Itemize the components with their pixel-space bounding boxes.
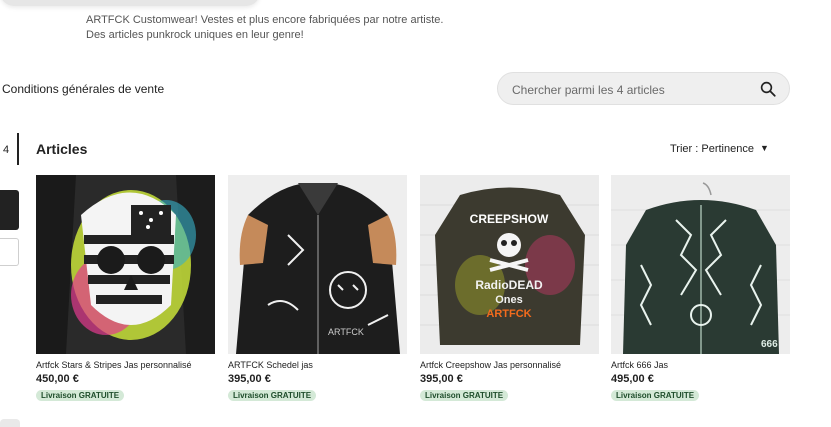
product-image[interactable]: CREEPSHOW RadioDEAD Ones ARTFCK — [420, 175, 599, 354]
shop-description-line-1: ARTFCK Customwear! Vestes et plus encore… — [86, 14, 444, 26]
product-card[interactable]: Artfck Stars & Stripes Jas personnalisé … — [36, 175, 215, 403]
product-price: 450,00 € — [36, 373, 79, 385]
svg-text:666: 666 — [761, 339, 778, 350]
search-icon[interactable] — [759, 80, 777, 98]
free-shipping-badge: Livraison GRATUITE — [611, 390, 700, 401]
product-price: 495,00 € — [611, 373, 654, 385]
sidebar-button-light[interactable] — [0, 238, 19, 266]
sidebar-item-count: 4 — [3, 144, 10, 156]
conditions-link[interactable]: Conditions générales de vente — [2, 82, 164, 96]
svg-text:Ones: Ones — [495, 294, 523, 306]
free-shipping-badge: Livraison GRATUITE — [36, 390, 125, 401]
product-card[interactable]: CREEPSHOW RadioDEAD Ones ARTFCK Artfck C… — [420, 175, 599, 403]
product-image[interactable] — [36, 175, 215, 354]
search-input[interactable] — [510, 73, 754, 106]
search-bar[interactable] — [497, 72, 790, 106]
sort-dropdown[interactable]: Trier : Pertinence ▼ — [670, 143, 769, 155]
svg-text:ARTFCK: ARTFCK — [486, 308, 531, 320]
chevron-down-icon: ▼ — [759, 143, 769, 153]
product-card[interactable]: 666 Artfck 666 Jas 495,00 € Livraison GR… — [611, 175, 790, 403]
product-title[interactable]: Artfck Stars & Stripes Jas personnalisé — [36, 360, 215, 370]
svg-text:CREEPSHOW: CREEPSHOW — [470, 212, 549, 226]
product-price: 395,00 € — [228, 373, 271, 385]
shop-description-line-2: Des articles punkrock uniques en leur ge… — [86, 29, 304, 41]
product-title[interactable]: ARTFCK Schedel jas — [228, 360, 407, 370]
sidebar-button-dark[interactable] — [0, 190, 19, 230]
product-title[interactable]: Artfck 666 Jas — [611, 360, 790, 370]
sort-label: Trier : Pertinence — [670, 143, 754, 155]
product-title[interactable]: Artfck Creepshow Jas personnalisé — [420, 360, 599, 370]
bottom-scroll-stub — [0, 419, 20, 427]
shop-description: ARTFCK Customwear! Vestes et plus encore… — [86, 13, 443, 43]
section-heading: Articles — [36, 141, 88, 157]
product-image[interactable]: ARTFCK — [228, 175, 407, 354]
product-price: 395,00 € — [420, 373, 463, 385]
top-tab-shadow — [0, 0, 260, 6]
sidebar-active-indicator — [17, 133, 19, 165]
free-shipping-badge: Livraison GRATUITE — [420, 390, 509, 401]
free-shipping-badge: Livraison GRATUITE — [228, 390, 317, 401]
product-card[interactable]: ARTFCK ARTFCK Schedel jas 395,00 € Livra… — [228, 175, 407, 403]
svg-text:ARTFCK: ARTFCK — [328, 327, 364, 337]
svg-text:RadioDEAD: RadioDEAD — [475, 278, 543, 292]
product-image[interactable]: 666 — [611, 175, 790, 354]
